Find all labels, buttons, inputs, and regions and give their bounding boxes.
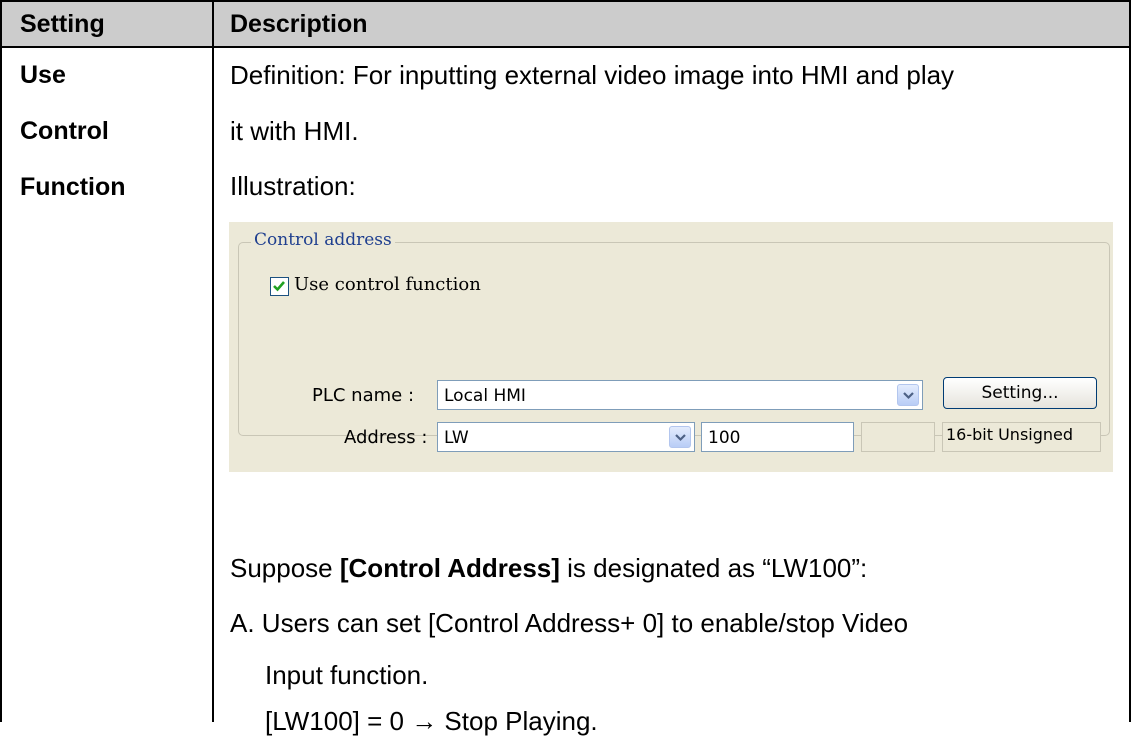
column-divider	[212, 0, 214, 722]
table-border-top	[0, 0, 1131, 2]
plc-dropdown-button[interactable]	[897, 384, 919, 406]
suppose-line: Suppose [Control Address] is designated …	[230, 553, 867, 583]
suppose-prefix: Suppose	[230, 553, 340, 583]
address-extra-field	[861, 422, 935, 452]
item-a-line-3: [LW100] = 0 → Stop Playing.	[265, 706, 598, 736]
address-value-input[interactable]: 100	[701, 422, 854, 452]
header-description: Description	[230, 10, 368, 38]
setting-line-2: Control	[20, 117, 109, 145]
plc-name-select[interactable]: Local HMI	[437, 380, 923, 410]
illustration-label: Illustration:	[230, 171, 356, 201]
plc-name-label: PLC name :	[312, 385, 415, 406]
table-header-row	[2, 2, 1129, 46]
suppose-bold: [Control Address]	[339, 553, 560, 583]
address-device-select[interactable]: LW	[437, 422, 695, 452]
suppose-suffix: is designated as “LW100”:	[559, 553, 868, 583]
chevron-down-icon	[675, 434, 686, 442]
setting-button[interactable]: Setting...	[943, 377, 1097, 409]
table-border-left	[0, 0, 2, 722]
setting-line-1: Use	[20, 61, 66, 89]
address-type-field: 16-bit Unsigned	[942, 422, 1101, 452]
use-control-checkbox[interactable]	[270, 277, 289, 296]
item-a-line-2: Input function.	[265, 660, 429, 690]
address-dropdown-button[interactable]	[669, 426, 691, 448]
definition-line-1: Definition: For inputting external video…	[230, 60, 955, 90]
definition-line-2: it with HMI.	[230, 116, 359, 146]
chevron-down-icon	[903, 392, 914, 400]
item-a-line-1: A. Users can set [Control Address+ 0] to…	[230, 608, 909, 638]
group-title: Control address	[251, 230, 395, 250]
header-setting: Setting	[20, 10, 105, 38]
setting-line-3: Function	[20, 173, 126, 201]
address-label: Address :	[344, 427, 428, 448]
use-control-label: Use control function	[294, 274, 481, 295]
checkmark-icon	[273, 281, 285, 292]
header-divider	[0, 46, 1131, 48]
illustration-dialog: Control address Use control function PLC…	[229, 222, 1113, 472]
